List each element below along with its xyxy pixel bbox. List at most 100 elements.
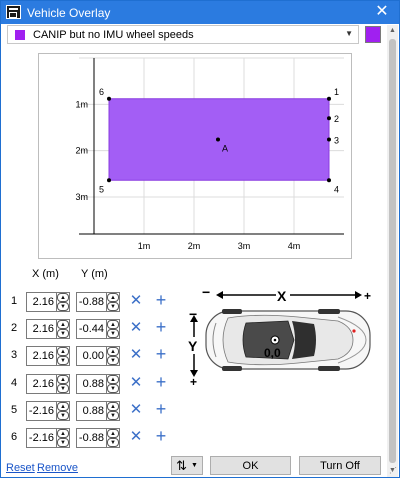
- sort-dropdown-button[interactable]: ⇅ ▼: [171, 456, 203, 475]
- polygon-point: [327, 178, 331, 183]
- increment-arrow-icon[interactable]: ▲: [107, 347, 119, 357]
- layer-dropdown[interactable]: CANIP but no IMU wheel speeds ▼: [7, 25, 359, 44]
- x-arrow-left-icon: [216, 291, 223, 299]
- x-value-spinner[interactable]: 2.16 ▲ ▼: [26, 319, 70, 340]
- y-value-spinner[interactable]: -0.88 ▲ ▼: [76, 428, 120, 448]
- row-index: 4: [11, 376, 18, 389]
- increment-arrow-icon[interactable]: ▲: [107, 401, 119, 411]
- y-value-spinner[interactable]: -0.88 ▲ ▼: [76, 292, 120, 312]
- y-value[interactable]: 0.00: [77, 350, 106, 362]
- y-value-spinner[interactable]: 0.88 ▲ ▼: [76, 400, 120, 421]
- increment-arrow-icon[interactable]: ▲: [107, 374, 119, 384]
- add-point-icon[interactable]: +: [154, 318, 168, 336]
- delete-point-icon[interactable]: ✕: [129, 293, 143, 309]
- scroll-thumb[interactable]: [389, 39, 396, 463]
- x-plus-label: +: [364, 289, 371, 303]
- x-value[interactable]: 2.16: [27, 350, 56, 362]
- decrement-arrow-icon[interactable]: ▼: [57, 438, 69, 447]
- y-column-header: Y (m): [81, 268, 108, 280]
- increment-arrow-icon[interactable]: ▲: [107, 429, 119, 438]
- x-value-spinner[interactable]: -2.16 ▲ ▼: [26, 400, 70, 421]
- remove-link[interactable]: Remove: [37, 462, 78, 474]
- y-spinner-buttons: ▲ ▼: [106, 347, 119, 366]
- overlay-chart[interactable]: 1 2 3 4 5 6 A 1m 2m 3m 4m 1m 2m 3m: [38, 53, 352, 259]
- add-point-icon[interactable]: +: [154, 427, 168, 445]
- delete-point-icon[interactable]: ✕: [129, 401, 143, 418]
- row-index: 5: [11, 403, 18, 416]
- y-value[interactable]: -0.88: [77, 432, 106, 444]
- resize-grip-icon[interactable]: ⋰: [389, 466, 397, 475]
- y-tick-label: 2m: [75, 146, 88, 156]
- x-spinner-buttons: ▲ ▼: [56, 429, 69, 447]
- y-value-spinner[interactable]: 0.00 ▲ ▼: [76, 346, 120, 367]
- add-point-icon[interactable]: +: [154, 345, 168, 363]
- origin-label: 0,0: [264, 346, 281, 360]
- x-value-spinner[interactable]: 2.16 ▲ ▼: [26, 346, 70, 367]
- increment-arrow-icon[interactable]: ▲: [57, 374, 69, 384]
- polygon-point: [327, 137, 331, 142]
- layer-color-swatch: [15, 29, 25, 40]
- decrement-arrow-icon[interactable]: ▼: [107, 356, 119, 366]
- decrement-arrow-icon[interactable]: ▼: [57, 356, 69, 366]
- table-row: 1 2.16 ▲ ▼ -0.88 ▲ ▼ ✕ +: [1, 291, 191, 312]
- decrement-arrow-icon[interactable]: ▼: [57, 329, 69, 339]
- anchor-label: A: [222, 144, 228, 154]
- increment-arrow-icon[interactable]: ▲: [107, 320, 119, 330]
- decrement-arrow-icon[interactable]: ▼: [107, 329, 119, 339]
- x-value[interactable]: 2.16: [27, 323, 56, 335]
- x-value-spinner[interactable]: 2.16 ▲ ▼: [26, 292, 70, 312]
- increment-arrow-icon[interactable]: ▲: [57, 347, 69, 357]
- close-button[interactable]: ✕: [373, 3, 391, 21]
- chevron-down-icon: ▼: [345, 29, 353, 38]
- add-point-icon[interactable]: +: [154, 400, 168, 418]
- color-picker-button[interactable]: [365, 26, 381, 43]
- delete-point-icon[interactable]: ✕: [129, 320, 143, 336]
- y-value[interactable]: 0.88: [77, 378, 106, 390]
- x-value-spinner[interactable]: -2.16 ▲ ▼: [26, 428, 70, 448]
- x-arrow-right-icon: [355, 291, 362, 299]
- y-value[interactable]: -0.44: [77, 323, 106, 335]
- delete-point-icon[interactable]: ✕: [129, 429, 143, 445]
- decrement-arrow-icon[interactable]: ▼: [57, 302, 69, 311]
- y-value-spinner[interactable]: -0.44 ▲ ▼: [76, 319, 120, 340]
- delete-point-icon[interactable]: ✕: [129, 374, 143, 391]
- x-value[interactable]: -2.16: [27, 405, 56, 417]
- x-value-spinner[interactable]: 2.16 ▲ ▼: [26, 373, 70, 394]
- decrement-arrow-icon[interactable]: ▼: [107, 438, 119, 447]
- row-index: 3: [11, 349, 18, 362]
- delete-point-icon[interactable]: ✕: [129, 347, 143, 363]
- decrement-arrow-icon[interactable]: ▼: [107, 383, 119, 393]
- add-point-icon[interactable]: +: [154, 373, 168, 391]
- ok-button[interactable]: OK: [210, 456, 291, 475]
- increment-arrow-icon[interactable]: ▲: [57, 293, 69, 302]
- point-label: 5: [99, 184, 104, 194]
- turn-off-button[interactable]: Turn Off: [299, 456, 381, 475]
- increment-arrow-icon[interactable]: ▲: [57, 401, 69, 411]
- y-value[interactable]: 0.88: [77, 405, 106, 417]
- vehicle-diagram: − X + − Y + 0,0: [188, 284, 388, 389]
- x-tick-label: 2m: [188, 241, 201, 251]
- y-axis-label: Y: [188, 338, 198, 354]
- increment-arrow-icon[interactable]: ▲: [57, 320, 69, 330]
- y-plus-label: +: [190, 375, 197, 387]
- decrement-arrow-icon[interactable]: ▼: [107, 302, 119, 311]
- chevron-down-icon: ▼: [190, 462, 198, 469]
- decrement-arrow-icon[interactable]: ▼: [107, 410, 119, 420]
- decrement-arrow-icon[interactable]: ▼: [57, 383, 69, 393]
- add-point-icon[interactable]: +: [154, 291, 168, 309]
- y-value[interactable]: -0.88: [77, 296, 106, 308]
- reset-link[interactable]: Reset: [6, 462, 35, 474]
- x-minus-label: −: [202, 287, 210, 300]
- x-spinner-buttons: ▲ ▼: [56, 293, 69, 311]
- x-value[interactable]: 2.16: [27, 296, 56, 308]
- decrement-arrow-icon[interactable]: ▼: [57, 410, 69, 420]
- x-spinner-buttons: ▲ ▼: [56, 374, 69, 393]
- vertical-scrollbar[interactable]: ▲ ▼: [387, 25, 398, 477]
- x-value[interactable]: -2.16: [27, 432, 56, 444]
- x-value[interactable]: 2.16: [27, 378, 56, 390]
- scroll-up-arrow-icon[interactable]: ▲: [387, 25, 398, 37]
- y-value-spinner[interactable]: 0.88 ▲ ▼: [76, 373, 120, 394]
- increment-arrow-icon[interactable]: ▲: [107, 293, 119, 302]
- increment-arrow-icon[interactable]: ▲: [57, 429, 69, 438]
- vehicle-overlay-window: Vehicle Overlay ✕ ▲ ▼ CANIP but no IMU w…: [0, 0, 400, 478]
